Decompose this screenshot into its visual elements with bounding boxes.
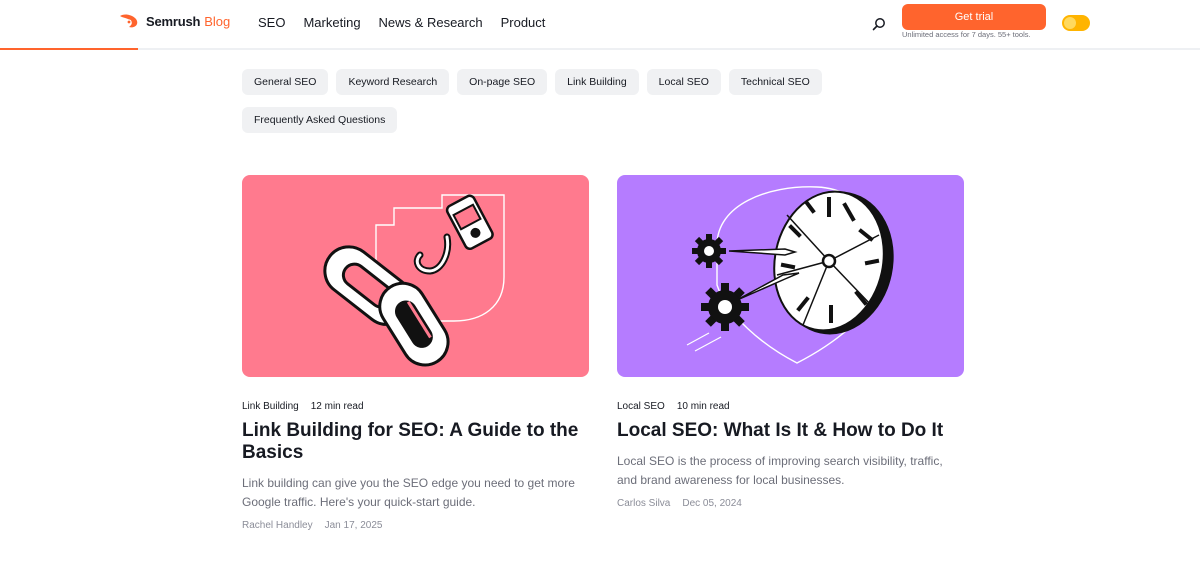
article-date: Dec 05, 2024 [682, 498, 742, 509]
reading-progress-fill [0, 48, 138, 50]
article-category-link[interactable]: Link Building [242, 401, 299, 412]
article-category-link[interactable]: Local SEO [617, 401, 665, 412]
chip-general-seo[interactable]: General SEO [242, 69, 329, 95]
chip-faq[interactable]: Frequently Asked Questions [242, 107, 398, 133]
article-title[interactable]: Local SEO: What Is It & How to Do It [617, 420, 964, 442]
nav-item-product[interactable]: Product [501, 15, 546, 30]
reading-progress-bar [0, 48, 1200, 50]
article-card: Link Building 12 min read Link Building … [242, 175, 589, 531]
category-filter: General SEO Keyword Research On-page SEO… [242, 69, 842, 133]
map-target-gears-illustration-icon[interactable] [617, 175, 964, 377]
article-read-time: 12 min read [310, 401, 364, 412]
article-author[interactable]: Rachel Handley [242, 520, 313, 531]
semrush-flame-icon [120, 14, 138, 28]
get-trial-button[interactable]: Get trial [902, 4, 1046, 30]
article-author[interactable]: Carlos Silva [617, 498, 670, 509]
article-excerpt: Local SEO is the process of improving se… [617, 454, 943, 487]
article-meta: Local SEO 10 min read [617, 401, 964, 412]
main-nav: SEO Marketing News & Research Product [258, 15, 545, 30]
chip-on-page-seo[interactable]: On-page SEO [457, 69, 548, 95]
chip-local-seo[interactable]: Local SEO [646, 69, 721, 95]
chain-hook-illustration-icon[interactable] [242, 175, 589, 377]
article-byline: Carlos Silva Dec 05, 2024 [617, 498, 964, 509]
logo-name: Semrush [146, 13, 201, 29]
article-date: Jan 17, 2025 [324, 520, 383, 531]
nav-item-marketing[interactable]: Marketing [303, 15, 360, 30]
article-meta: Link Building 12 min read [242, 401, 589, 412]
theme-toggle[interactable] [1062, 15, 1090, 31]
chip-keyword-research[interactable]: Keyword Research [336, 69, 450, 95]
chip-technical-seo[interactable]: Technical SEO [728, 69, 822, 95]
semrush-logo[interactable]: Semrush Blog [118, 13, 230, 29]
nav-item-news-research[interactable]: News & Research [379, 15, 483, 30]
toggle-knob [1064, 17, 1076, 29]
search-icon[interactable] [871, 16, 887, 32]
article-read-time: 10 min read [676, 401, 730, 412]
article-byline: Rachel Handley Jan 17, 2025 [242, 520, 589, 531]
site-header: Semrush Blog SEO Marketing News & Resear… [0, 0, 1200, 50]
nav-item-seo[interactable]: SEO [258, 15, 285, 30]
article-card: Local SEO 10 min read Local SEO: What Is… [617, 175, 964, 509]
chip-link-building[interactable]: Link Building [555, 69, 639, 95]
article-excerpt: Link building can give you the SEO edge … [242, 476, 575, 509]
article-title[interactable]: Link Building for SEO: A Guide to the Ba… [242, 420, 589, 464]
logo-sub: Blog [204, 13, 231, 29]
trial-note: Unlimited access for 7 days. 55+ tools. [902, 30, 1031, 39]
